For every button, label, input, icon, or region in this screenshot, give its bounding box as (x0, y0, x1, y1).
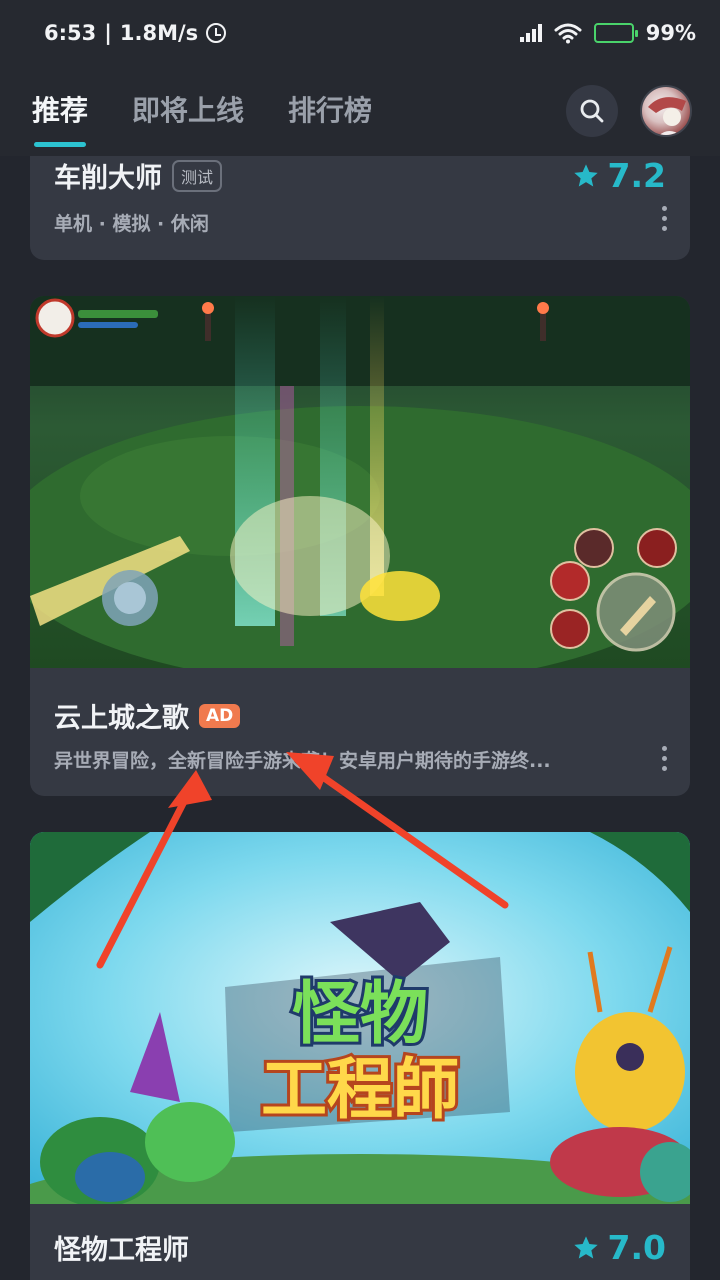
user-avatar-icon (648, 97, 686, 135)
test-badge: 测试 (172, 159, 223, 192)
status-battery: 99% (645, 21, 696, 45)
battery-icon (593, 23, 638, 43)
title-row: 怪物工程师 (54, 1228, 189, 1267)
game-title: 车削大师 (54, 163, 162, 194)
status-right: 99% (519, 21, 696, 45)
game-screenshot[interactable] (30, 296, 690, 668)
status-bar: 6:53 | 1.8M/s 99% (0, 0, 720, 66)
banner-title-line1: 怪物 (292, 976, 428, 1052)
status-divider: | (104, 21, 112, 45)
game-card-3[interactable]: 怪物 工程師 怪物工程师 7.0 (30, 832, 690, 1280)
top-nav: 推荐 即将上线 排行榜 (0, 66, 720, 156)
status-left: 6:53 | 1.8M/s (44, 21, 227, 45)
tab-recommended[interactable]: 推荐 (32, 89, 88, 147)
tab-rankings[interactable]: 排行榜 (288, 89, 372, 133)
avatar[interactable] (640, 85, 692, 137)
banner-title-line2: 工程師 (261, 1052, 459, 1126)
game-card-1[interactable]: 车削大师 测试 7.2 单机 · 模拟 · 休闲 (30, 156, 690, 260)
rating: 7.0 (572, 1228, 666, 1267)
rating-value: 7.0 (607, 1228, 666, 1267)
more-options-icon[interactable] (662, 206, 668, 231)
signal-icon (519, 24, 542, 42)
game-banner[interactable]: 怪物 工程師 (30, 832, 690, 1204)
game-title: 云上城之歌 (54, 703, 189, 734)
title-row: 车削大师 测试 (54, 156, 223, 195)
rating-value: 7.2 (607, 156, 666, 195)
search-icon (580, 99, 604, 123)
more-options-icon[interactable] (662, 746, 668, 771)
game-feed[interactable]: 车削大师 测试 7.2 单机 · 模拟 · 休闲 云上城之歌 AD 异世界冒险，… (0, 156, 720, 1280)
game-description: 异世界冒险，全新冒险手游来袭！安卓用户期待的手游终... (54, 750, 551, 772)
status-speed: 1.8M/s (119, 21, 199, 45)
ad-badge: AD (199, 703, 241, 728)
rating: 7.2 (572, 156, 666, 195)
tab-coming-soon[interactable]: 即将上线 (132, 89, 244, 133)
status-time: 6:53 (44, 21, 97, 45)
battle-scene-image (30, 296, 690, 668)
star-icon (573, 1235, 598, 1258)
game-card-2[interactable]: 云上城之歌 AD 异世界冒险，全新冒险手游来袭！安卓用户期待的手游终... (30, 296, 690, 796)
search-button[interactable] (566, 85, 618, 137)
alarm-icon (206, 23, 227, 43)
tab-bar: 推荐 即将上线 排行榜 (32, 89, 566, 147)
game-title: 怪物工程师 (54, 1235, 189, 1266)
monster-banner-image: 怪物 工程師 (30, 832, 690, 1204)
wifi-icon (554, 23, 582, 44)
game-tags: 单机 · 模拟 · 休闲 (54, 213, 209, 235)
star-icon (573, 163, 598, 186)
title-row: 云上城之歌 AD (54, 696, 241, 735)
